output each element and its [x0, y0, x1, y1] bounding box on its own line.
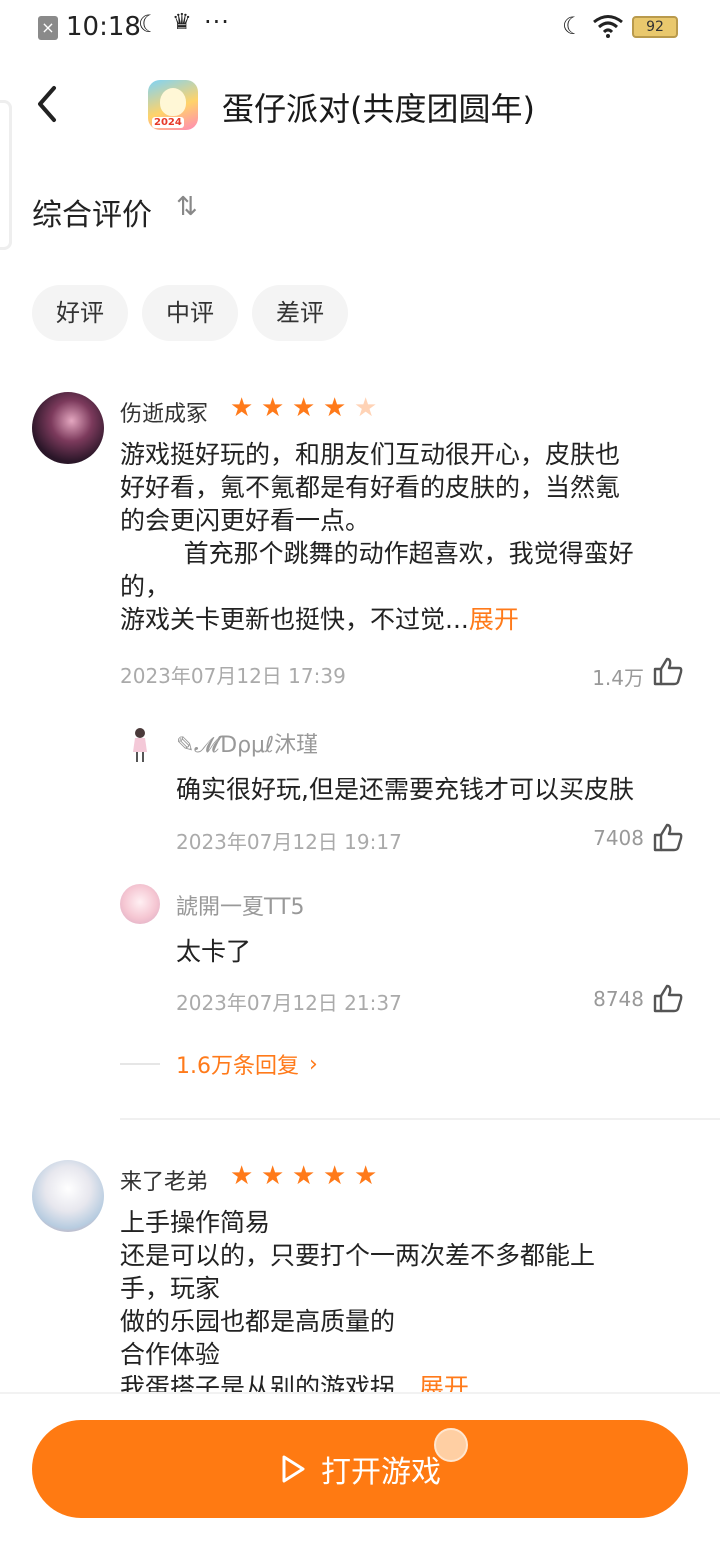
- review-last-line: 我蛋搭子是从别的游戏拐...展开: [120, 1371, 690, 1392]
- expand-link[interactable]: 展开: [469, 605, 519, 634]
- filter-chip-neutral[interactable]: 中评: [142, 285, 238, 341]
- egg-icon: [160, 88, 186, 116]
- review-username[interactable]: 伤逝成冢: [120, 396, 208, 428]
- reply-like-count: 8748: [593, 987, 644, 1011]
- review-line: 好好看，氪不氪都是有好看的皮肤的，当然氪: [120, 473, 621, 502]
- rating-stars: ★ ★ ★ ★ ★: [230, 1163, 380, 1189]
- reply-text[interactable]: 确实很好玩,但是还需要充钱才可以买皮肤: [176, 770, 634, 806]
- review-last-line: 游戏关卡更新也挺快，不过觉...展开: [120, 603, 690, 636]
- star-icon: ★: [230, 393, 254, 423]
- like-icon[interactable]: [652, 656, 684, 686]
- review-username[interactable]: 来了老弟: [120, 1164, 208, 1196]
- like-count: 1.4万: [592, 666, 644, 690]
- bottom-action-bar: 打开游戏: [0, 1392, 720, 1544]
- page-title: 蛋仔派对(共度团圆年): [222, 90, 535, 128]
- status-bar: × 10:18 ☾ ♛ ··· ☾ 92: [0, 0, 720, 56]
- filter-chip-negative[interactable]: 差评: [252, 285, 348, 341]
- avatar[interactable]: [32, 1160, 104, 1232]
- filter-chip-positive[interactable]: 好评: [32, 285, 128, 341]
- play-icon: [282, 1455, 305, 1483]
- touch-indicator: [434, 1428, 468, 1462]
- star-icon: ★: [323, 1161, 347, 1191]
- battery-icon: 92: [632, 16, 678, 38]
- open-game-button[interactable]: 打开游戏: [32, 1420, 688, 1518]
- app-header: 2024 蛋仔派对(共度团圆年): [0, 70, 720, 140]
- status-time: 10:18: [66, 12, 141, 42]
- review-line: 游戏挺好玩的，和朋友们互动很开心，皮肤也: [120, 440, 621, 469]
- reply-avatar-figure: [133, 728, 147, 762]
- review-date: 2023年07月12日 17:39: [120, 664, 346, 688]
- star-empty-icon: ★: [354, 393, 378, 423]
- like-icon[interactable]: [652, 822, 684, 852]
- review-line: 合作体验: [120, 1340, 221, 1369]
- app-icon: 2024: [148, 80, 198, 130]
- review-line: 游戏关卡更新也挺快，不过觉...: [120, 605, 469, 634]
- expand-link[interactable]: 展开: [419, 1373, 469, 1392]
- divider: [120, 1118, 720, 1120]
- wifi-icon: [593, 15, 623, 38]
- star-icon: ★: [261, 1161, 285, 1191]
- more-replies-line: [120, 1063, 160, 1065]
- reply-text[interactable]: 太卡了: [176, 932, 251, 968]
- reply-date: 2023年07月12日 21:37: [176, 991, 402, 1015]
- review-line: 我蛋搭子是从别的游戏拐...: [120, 1373, 419, 1392]
- review-line: 首充那个跳舞的动作超喜欢，我觉得蛮好: [120, 539, 634, 568]
- open-game-label: 打开游戏: [321, 1455, 441, 1490]
- star-icon: ★: [354, 1161, 378, 1191]
- avatar[interactable]: [32, 392, 104, 464]
- review-body[interactable]: 上手操作简易 还是可以的，只要打个一两次差不多都能上 手，玩家 做的乐园也都是高…: [120, 1206, 690, 1392]
- review-line: 的会更闪更好看一点。: [120, 506, 371, 535]
- filter-chips: 好评 中评 差评: [32, 285, 348, 341]
- crown-icon: ♛: [172, 10, 192, 35]
- chevron-right-icon: ›: [309, 1051, 318, 1077]
- sort-icon[interactable]: ⇅: [176, 192, 198, 222]
- review-line: 的，: [120, 572, 171, 601]
- do-not-disturb-icon: ☾: [562, 12, 584, 40]
- moon-icon: ☾: [138, 10, 160, 38]
- section-title: 综合评价: [32, 198, 152, 233]
- reply-avatar[interactable]: [120, 884, 160, 924]
- star-icon: ★: [230, 1161, 254, 1191]
- reply-username[interactable]: ✎𝓜Ɗρμℓ沐瑾: [176, 727, 318, 759]
- reply-avatar[interactable]: [120, 724, 160, 764]
- review-line: 上手操作简易: [120, 1208, 271, 1237]
- review-line: 还是可以的，只要打个一两次差不多都能上: [120, 1241, 596, 1270]
- more-notifications-icon: ···: [204, 8, 230, 36]
- rating-stars: ★ ★ ★ ★ ★: [230, 395, 380, 421]
- star-icon: ★: [323, 393, 347, 423]
- reply-date: 2023年07月12日 19:17: [176, 830, 402, 854]
- app-icon-badge: 2024: [152, 117, 184, 128]
- back-button[interactable]: [30, 82, 70, 126]
- reply-username[interactable]: 諕開一夏TT5: [176, 889, 305, 921]
- star-icon: ★: [261, 393, 285, 423]
- more-replies-label: 1.6万条回复: [176, 1054, 299, 1079]
- like-icon[interactable]: [652, 983, 684, 1013]
- close-notification-icon: ×: [38, 16, 58, 40]
- review-line: 做的乐园也都是高质量的: [120, 1307, 396, 1336]
- review-body[interactable]: 游戏挺好玩的，和朋友们互动很开心，皮肤也 好好看，氪不氪都是有好看的皮肤的，当然…: [120, 438, 690, 636]
- star-icon: ★: [292, 1161, 316, 1191]
- more-replies-link[interactable]: 1.6万条回复 ›: [120, 1048, 318, 1080]
- star-icon: ★: [292, 393, 316, 423]
- review-line: 手，玩家: [120, 1274, 221, 1303]
- reply-like-count: 7408: [593, 826, 644, 850]
